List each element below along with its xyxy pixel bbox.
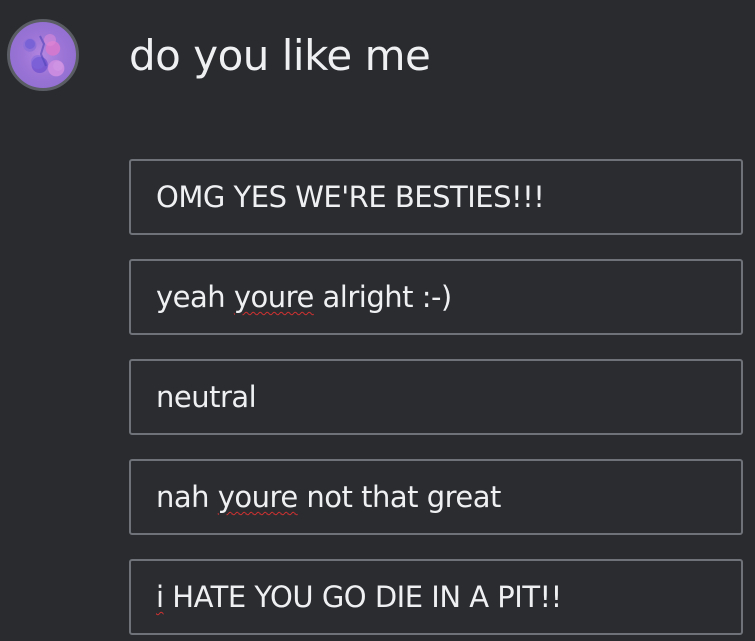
user-avatar[interactable] bbox=[7, 19, 79, 91]
poll-option-label-part: yeah bbox=[156, 280, 234, 314]
misspelled-word: youre bbox=[233, 280, 314, 314]
poll-option-label: OMG YES WE'RE BESTIES!!! bbox=[156, 180, 545, 214]
poll-option-neutral[interactable]: neutral bbox=[129, 359, 743, 435]
avatar-pattern-icon bbox=[25, 34, 63, 71]
misspelled-word: i bbox=[156, 580, 164, 614]
poll-option-label-part: nah bbox=[156, 480, 218, 514]
poll-option-besties[interactable]: OMG YES WE'RE BESTIES!!! bbox=[129, 159, 743, 235]
poll-option-hate[interactable]: i HATE YOU GO DIE IN A PIT!! bbox=[129, 559, 743, 635]
poll-option-label: i HATE YOU GO DIE IN A PIT!! bbox=[156, 579, 562, 615]
poll-option-not-great[interactable]: nah youre not that great bbox=[129, 459, 743, 535]
poll-option-label: neutral bbox=[156, 380, 257, 414]
poll-question: do you like me bbox=[129, 31, 431, 80]
poll-container: do you like me OMG YES WE'RE BESTIES!!! … bbox=[0, 0, 755, 641]
poll-option-label: nah youre not that great bbox=[156, 479, 501, 515]
poll-option-label-part: HATE YOU GO DIE IN A PIT!! bbox=[163, 580, 562, 614]
poll-option-label-part: not that great bbox=[297, 480, 501, 514]
misspelled-word: youre bbox=[217, 480, 298, 514]
poll-option-label-part: alright :-) bbox=[313, 280, 453, 314]
poll-option-label: yeah youre alright :-) bbox=[156, 279, 452, 315]
poll-options: OMG YES WE'RE BESTIES!!! yeah youre alri… bbox=[129, 159, 743, 635]
poll-option-alright[interactable]: yeah youre alright :-) bbox=[129, 259, 743, 335]
